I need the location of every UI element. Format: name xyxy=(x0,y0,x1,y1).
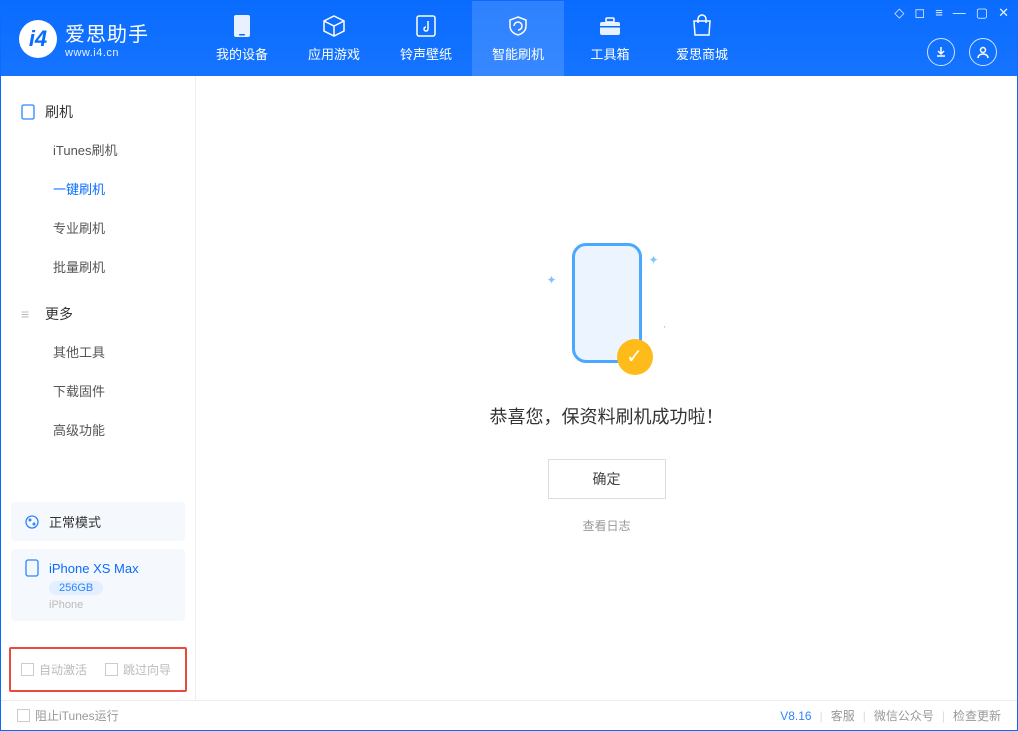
sidebar-section-flash: 刷机 iTunes刷机 一键刷机 专业刷机 批量刷机 xyxy=(1,94,195,296)
success-illustration: ✦ ✦ · ✓ xyxy=(547,243,667,383)
cube-icon xyxy=(322,14,346,38)
tab-my-device[interactable]: 我的设备 xyxy=(196,1,288,76)
sidebar-item-other-tools[interactable]: 其他工具 xyxy=(1,332,195,371)
mode-card[interactable]: 正常模式 xyxy=(11,502,185,541)
tab-label: 铃声壁纸 xyxy=(400,44,452,63)
toolbox-icon xyxy=(598,14,622,38)
divider: | xyxy=(942,709,945,723)
checkmark-badge-icon: ✓ xyxy=(617,339,653,375)
device-cards: 正常模式 iPhone XS Max 256GB iPhone xyxy=(1,492,195,639)
checkbox-label: 自动激活 xyxy=(39,661,87,678)
mode-label: 正常模式 xyxy=(49,512,101,531)
sparkle-icon: · xyxy=(663,319,667,333)
phone-icon xyxy=(230,14,254,38)
tab-label: 应用游戏 xyxy=(308,44,360,63)
refresh-shield-icon xyxy=(506,14,530,38)
app-title: 爱思助手 xyxy=(65,18,149,47)
bottom-options-box: 自动激活 跳过向导 xyxy=(9,647,187,692)
ok-button[interactable]: 确定 xyxy=(548,459,666,499)
tab-label: 爱思商城 xyxy=(676,44,728,63)
checkbox-box xyxy=(105,663,118,676)
sidebar-item-batch-flash[interactable]: 批量刷机 xyxy=(1,247,195,286)
status-bar: 阻止iTunes运行 V8.16 | 客服 | 微信公众号 | 检查更新 xyxy=(1,700,1017,730)
tab-ringtone-wallpaper[interactable]: 铃声壁纸 xyxy=(380,1,472,76)
music-note-icon xyxy=(414,14,438,38)
tab-store[interactable]: 爱思商城 xyxy=(656,1,748,76)
shopping-bag-icon xyxy=(690,14,714,38)
sidebar-section-more: ≡ 更多 其他工具 下载固件 高级功能 xyxy=(1,296,195,459)
window-controls: ◇ ◻ ≡ — ▢ ✕ xyxy=(894,5,1009,21)
view-log-link[interactable]: 查看日志 xyxy=(582,517,630,534)
download-button[interactable] xyxy=(927,38,955,66)
tab-label: 我的设备 xyxy=(216,44,268,63)
wechat-link[interactable]: 微信公众号 xyxy=(874,707,934,724)
check-update-link[interactable]: 检查更新 xyxy=(953,707,1001,724)
tab-apps-games[interactable]: 应用游戏 xyxy=(288,1,380,76)
device-icon xyxy=(21,104,37,120)
sidebar-item-download-firmware[interactable]: 下载固件 xyxy=(1,371,195,410)
app-subtitle: www.i4.cn xyxy=(65,47,149,59)
tab-smart-flash[interactable]: 智能刷机 xyxy=(472,1,564,76)
app-header: i4 爱思助手 www.i4.cn 我的设备 应用游戏 铃声壁纸 智能刷机 工具… xyxy=(1,1,1017,76)
user-button[interactable] xyxy=(969,38,997,66)
checkbox-auto-activate[interactable]: 自动激活 xyxy=(21,661,87,678)
section-title: 刷机 xyxy=(45,102,73,122)
tab-label: 智能刷机 xyxy=(492,44,544,63)
menu-icon[interactable]: ≡ xyxy=(935,5,943,21)
divider: | xyxy=(820,709,823,723)
divider: | xyxy=(863,709,866,723)
support-link[interactable]: 客服 xyxy=(831,707,855,724)
more-icon: ≡ xyxy=(21,306,37,322)
sidebar-item-oneclick-flash[interactable]: 一键刷机 xyxy=(1,169,195,208)
main-content: ✦ ✦ · ✓ 恭喜您，保资料刷机成功啦！ 确定 查看日志 xyxy=(196,76,1017,700)
sidebar-item-pro-flash[interactable]: 专业刷机 xyxy=(1,208,195,247)
tab-label: 工具箱 xyxy=(590,44,629,63)
device-name: iPhone XS Max xyxy=(49,561,139,576)
app-logo-icon: i4 xyxy=(19,20,57,58)
sidebar: 刷机 iTunes刷机 一键刷机 专业刷机 批量刷机 ≡ 更多 其他工具 下载固… xyxy=(1,76,196,700)
checkbox-box xyxy=(17,709,30,722)
sparkle-icon: ✦ xyxy=(648,253,658,267)
version-label: V8.16 xyxy=(780,709,811,723)
checkbox-skip-guide[interactable]: 跳过向导 xyxy=(105,661,171,678)
close-button[interactable]: ✕ xyxy=(998,5,1009,21)
maximize-button[interactable]: ▢ xyxy=(976,5,988,21)
checkbox-label: 阻止iTunes运行 xyxy=(35,707,119,724)
section-title: 更多 xyxy=(45,304,73,324)
skin-icon[interactable]: ◇ xyxy=(894,5,904,21)
shirt-icon[interactable]: ◻ xyxy=(914,5,925,21)
logo-area: i4 爱思助手 www.i4.cn xyxy=(1,18,196,59)
storage-badge: 256GB xyxy=(49,581,103,595)
header-right-icons xyxy=(927,38,997,66)
checkbox-label: 跳过向导 xyxy=(123,661,171,678)
tab-toolbox[interactable]: 工具箱 xyxy=(564,1,656,76)
sparkle-icon: ✦ xyxy=(547,273,557,287)
phone-small-icon xyxy=(23,559,41,577)
checkbox-box xyxy=(21,663,34,676)
sidebar-item-itunes-flash[interactable]: iTunes刷机 xyxy=(1,130,195,169)
sidebar-section-header[interactable]: 刷机 xyxy=(1,94,195,130)
mode-icon xyxy=(23,513,41,531)
checkbox-block-itunes[interactable]: 阻止iTunes运行 xyxy=(17,707,119,724)
minimize-button[interactable]: — xyxy=(953,5,966,21)
device-type: iPhone xyxy=(49,599,83,611)
sidebar-item-advanced[interactable]: 高级功能 xyxy=(1,410,195,449)
main-nav-tabs: 我的设备 应用游戏 铃声壁纸 智能刷机 工具箱 爱思商城 xyxy=(196,1,748,76)
sidebar-section-header[interactable]: ≡ 更多 xyxy=(1,296,195,332)
device-card[interactable]: iPhone XS Max 256GB iPhone xyxy=(11,549,185,621)
success-message: 恭喜您，保资料刷机成功啦！ xyxy=(490,403,724,429)
